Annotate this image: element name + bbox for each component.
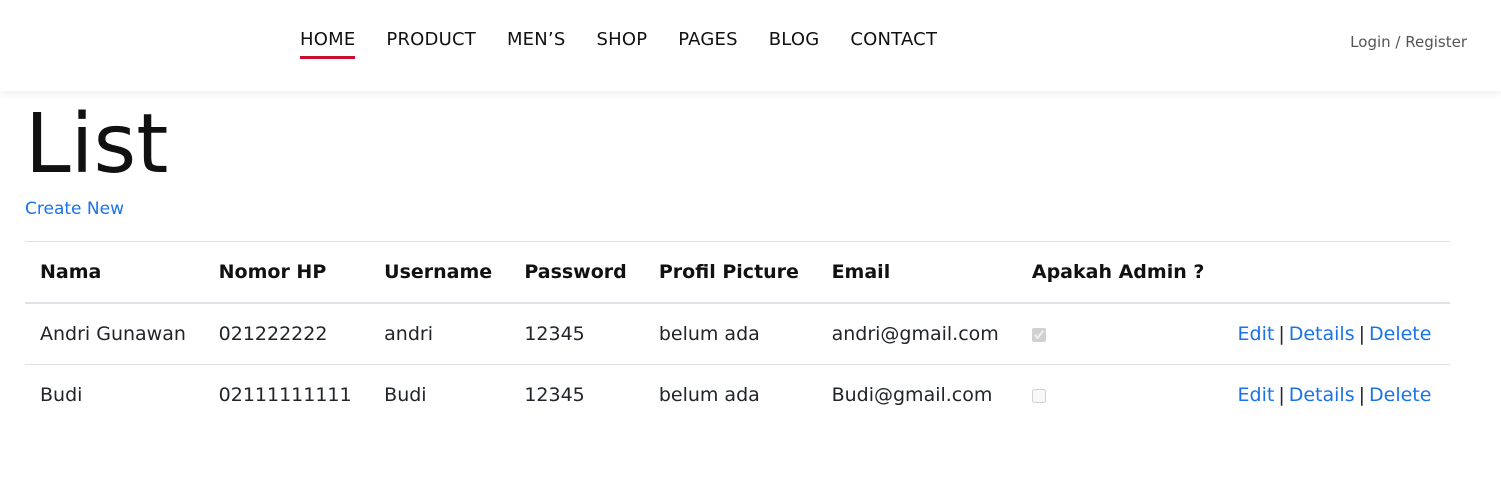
action-separator: | <box>1278 323 1285 345</box>
details-link[interactable]: Details <box>1289 384 1355 406</box>
top-navbar: HOME PRODUCT MEN’S SHOP PAGES BLOG CONTA… <box>0 0 1501 91</box>
create-new-link[interactable]: Create New <box>25 199 124 219</box>
delete-link[interactable]: Delete <box>1369 323 1431 345</box>
action-separator: | <box>1278 384 1285 406</box>
cell-username: Budi <box>384 384 427 406</box>
table-header-row: Nama Nomor HP Username Password Profil P… <box>25 241 1450 304</box>
cell-admin <box>1017 365 1223 426</box>
cell-email: Budi@gmail.com <box>831 384 993 406</box>
delete-link[interactable]: Delete <box>1369 384 1431 406</box>
cell-profil-picture: belum ada <box>643 303 817 365</box>
page-title: List <box>25 97 169 192</box>
admin-checkbox <box>1031 327 1046 342</box>
table-row: Andri Gunawan 021222222 andri 12345 belu… <box>25 303 1450 365</box>
header-password: Password <box>509 241 644 304</box>
header-profil-picture: Profil Picture <box>643 241 817 304</box>
login-register-link[interactable]: Login / Register <box>1350 33 1467 51</box>
header-actions <box>1222 241 1450 304</box>
header-nomor-hp: Nomor HP <box>203 241 370 304</box>
edit-link[interactable]: Edit <box>1238 323 1275 345</box>
main-nav: HOME PRODUCT MEN’S SHOP PAGES BLOG CONTA… <box>300 28 937 59</box>
nav-blog[interactable]: BLOG <box>769 28 820 59</box>
admin-checkbox <box>1031 388 1046 403</box>
header-nama: Nama <box>25 241 204 304</box>
cell-nama: Budi <box>40 384 83 406</box>
action-separator: | <box>1358 323 1366 345</box>
cell-password: 12345 <box>509 303 644 365</box>
header-username: Username <box>369 241 510 304</box>
main-content: List Create New Nama Nomor HP Username P… <box>25 95 1450 425</box>
nav-product[interactable]: PRODUCT <box>386 28 476 59</box>
cell-email: andri@gmail.com <box>816 303 1017 365</box>
cell-nomor-hp: 02111111111 <box>218 384 352 406</box>
cell-username: andri <box>369 303 510 365</box>
cell-admin <box>1016 303 1223 365</box>
edit-link[interactable]: Edit <box>1238 384 1275 406</box>
nav-contact[interactable]: CONTACT <box>850 28 937 59</box>
details-link[interactable]: Details <box>1289 323 1355 345</box>
nav-home[interactable]: HOME <box>300 28 356 59</box>
header-email: Email <box>816 241 1017 304</box>
nav-mens[interactable]: MEN’S <box>507 28 566 59</box>
nav-shop[interactable]: SHOP <box>596 28 647 59</box>
action-separator: | <box>1358 384 1366 406</box>
cell-actions: Edit | Details | Delete <box>1222 303 1450 365</box>
users-table: Nama Nomor HP Username Password Profil P… <box>25 241 1450 425</box>
cell-actions: Edit | Details | Delete <box>1223 365 1450 426</box>
table-row: Budi 02111111111 Budi 12345 belum ada Bu… <box>25 365 1450 426</box>
cell-password: 12345 <box>524 384 585 406</box>
nav-pages[interactable]: PAGES <box>678 28 737 59</box>
cell-profil-picture: belum ada <box>658 384 760 406</box>
header-apakah-admin: Apakah Admin ? <box>1016 241 1223 304</box>
cell-nama: Andri Gunawan <box>25 303 204 365</box>
cell-nomor-hp: 021222222 <box>203 303 370 365</box>
